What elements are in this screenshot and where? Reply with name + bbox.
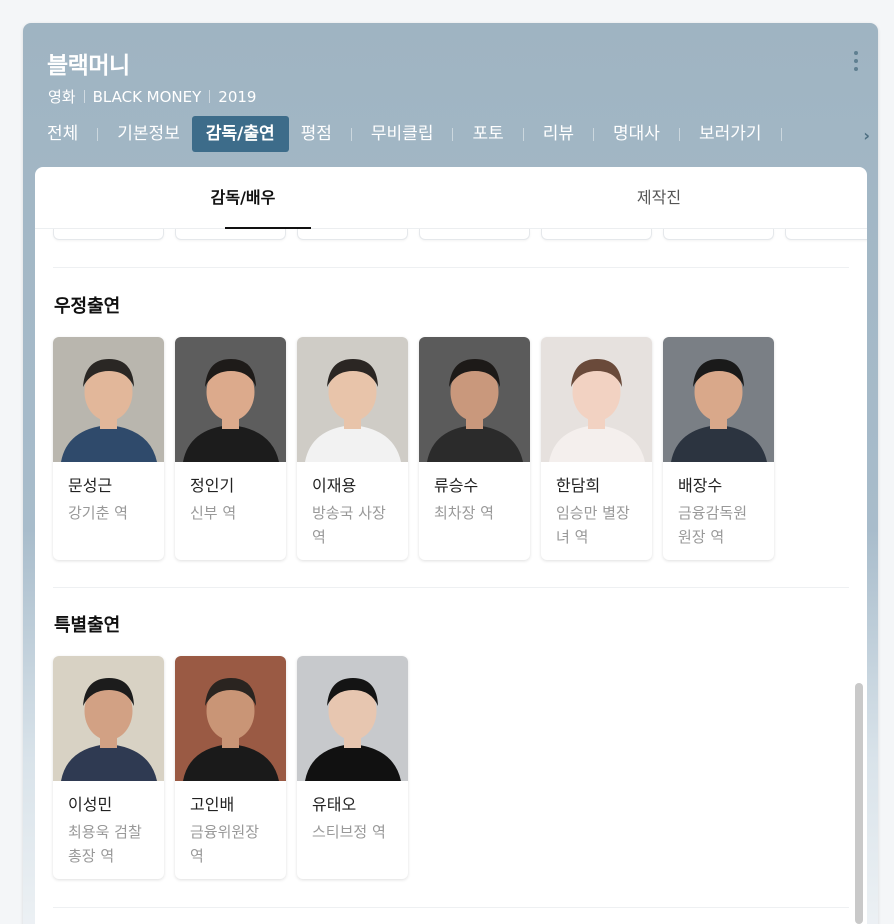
actor-portrait-image (175, 337, 286, 462)
cast-card[interactable]: 이재용 방송국 사장 역 (297, 337, 408, 560)
tab-watch[interactable]: 보러가기 (687, 116, 774, 152)
actor-name: 한담희 (556, 476, 601, 495)
actor-name: 정인기 (190, 476, 235, 495)
tab-cast[interactable]: 감독/출연 (191, 116, 289, 152)
actor-name: 류승수 (434, 476, 479, 495)
section-title-special: 특별출연 (54, 615, 121, 636)
tab-separator (522, 127, 524, 141)
actor-role: 방송국 사장 역 (312, 504, 386, 546)
content-card: 감독/배우 제작진 우정출연 문성근 강기춘 역 정인기 신부 역 이재용 방송… (35, 167, 867, 924)
actor-photo (53, 656, 164, 781)
actor-photo (53, 337, 164, 462)
actor-name: 이성민 (68, 795, 113, 814)
cameo-cast-list: 문성근 강기춘 역 정인기 신부 역 이재용 방송국 사장 역 류승수 최차장 … (53, 337, 785, 560)
tab-separator (97, 127, 99, 141)
cast-card-partial[interactable] (175, 229, 286, 240)
actor-photo (175, 337, 286, 462)
actor-photo (175, 656, 286, 781)
actor-portrait-image (53, 656, 164, 781)
actor-name: 이재용 (312, 476, 357, 495)
cast-card[interactable]: 배장수 금융감독원 원장 역 (663, 337, 774, 560)
section-title-cameo: 우정출연 (54, 296, 121, 317)
actor-photo (663, 337, 774, 462)
tab-separator (593, 127, 595, 141)
actor-portrait-image (663, 337, 774, 462)
cast-card-partial[interactable] (785, 229, 867, 240)
actor-portrait-image (53, 337, 164, 462)
actor-name: 유태오 (312, 795, 357, 814)
main-tabs: 전체 기본정보 감독/출연 평점 무비클립 포토 리뷰 명대사 보러가기 (35, 116, 789, 152)
actor-portrait-image (175, 656, 286, 781)
scrollbar-thumb[interactable] (855, 683, 863, 924)
previous-cast-row (53, 229, 867, 240)
tab-separator (780, 127, 782, 141)
cast-card[interactable]: 정인기 신부 역 (175, 337, 286, 560)
cast-card-partial[interactable] (53, 229, 164, 240)
meta-separator (83, 90, 85, 103)
tab-clips[interactable]: 무비클립 (359, 116, 446, 152)
actor-role: 최차장 역 (434, 504, 494, 522)
cast-card-partial[interactable] (541, 229, 652, 240)
meta-separator (209, 90, 211, 103)
actor-role: 강기춘 역 (68, 504, 128, 522)
tab-info[interactable]: 기본정보 (105, 116, 192, 152)
actor-portrait-image (297, 337, 408, 462)
cast-card[interactable]: 유태오 스티브정 역 (297, 656, 408, 879)
actor-photo (541, 337, 652, 462)
subtab-director-actors[interactable]: 감독/배우 (35, 167, 451, 229)
actor-photo (419, 337, 530, 462)
section-divider (53, 267, 849, 268)
tab-separator (452, 127, 454, 141)
movie-title: 블랙머니 (47, 53, 130, 79)
section-divider (53, 907, 849, 908)
tab-review[interactable]: 리뷰 (531, 116, 586, 152)
subtab-production-staff[interactable]: 제작진 (451, 167, 867, 228)
actor-portrait-image (541, 337, 652, 462)
cast-card-partial[interactable] (419, 229, 530, 240)
movie-meta: 영화 BLACK MONEY 2019 (48, 86, 256, 107)
actor-photo (297, 656, 408, 781)
tab-photo[interactable]: 포토 (460, 116, 515, 152)
actor-role: 신부 역 (190, 504, 237, 522)
tab-rating[interactable]: 평점 (289, 116, 344, 152)
actor-portrait-image (297, 656, 408, 781)
meta-english-title: BLACK MONEY (92, 87, 202, 106)
special-cast-list: 이성민 최용욱 검찰총장 역 고인배 금융위원장 역 유태오 스티브정 역 (53, 656, 419, 879)
section-divider (53, 587, 849, 588)
cast-card[interactable]: 고인배 금융위원장 역 (175, 656, 286, 879)
chevron-right-icon[interactable]: › (863, 126, 870, 145)
actor-role: 최용욱 검찰총장 역 (68, 823, 142, 865)
tab-quotes[interactable]: 명대사 (601, 116, 672, 152)
meta-type: 영화 (48, 88, 76, 106)
cast-card-partial[interactable] (663, 229, 774, 240)
tab-separator (678, 127, 680, 141)
cast-card[interactable]: 이성민 최용욱 검찰총장 역 (53, 656, 164, 879)
actor-role: 스티브정 역 (312, 823, 386, 841)
actor-photo (297, 337, 408, 462)
actor-portrait-image (419, 337, 530, 462)
actor-role: 금융위원장 역 (190, 823, 260, 865)
cast-card-partial[interactable] (297, 229, 408, 240)
cast-card[interactable]: 문성근 강기춘 역 (53, 337, 164, 560)
meta-year: 2019 (218, 87, 257, 106)
actor-name: 문성근 (68, 476, 113, 495)
cast-card[interactable]: 한담희 임승만 별장녀 역 (541, 337, 652, 560)
actor-name: 배장수 (678, 476, 723, 495)
cast-card[interactable]: 류승수 최차장 역 (419, 337, 530, 560)
actor-name: 고인배 (190, 795, 235, 814)
actor-role: 임승만 별장녀 역 (556, 504, 630, 546)
tab-separator (350, 127, 352, 141)
tab-all[interactable]: 전체 (35, 116, 90, 152)
actor-role: 금융감독원 원장 역 (678, 504, 748, 546)
sub-tabs: 감독/배우 제작진 (35, 167, 867, 229)
kebab-menu-icon[interactable] (852, 51, 860, 71)
